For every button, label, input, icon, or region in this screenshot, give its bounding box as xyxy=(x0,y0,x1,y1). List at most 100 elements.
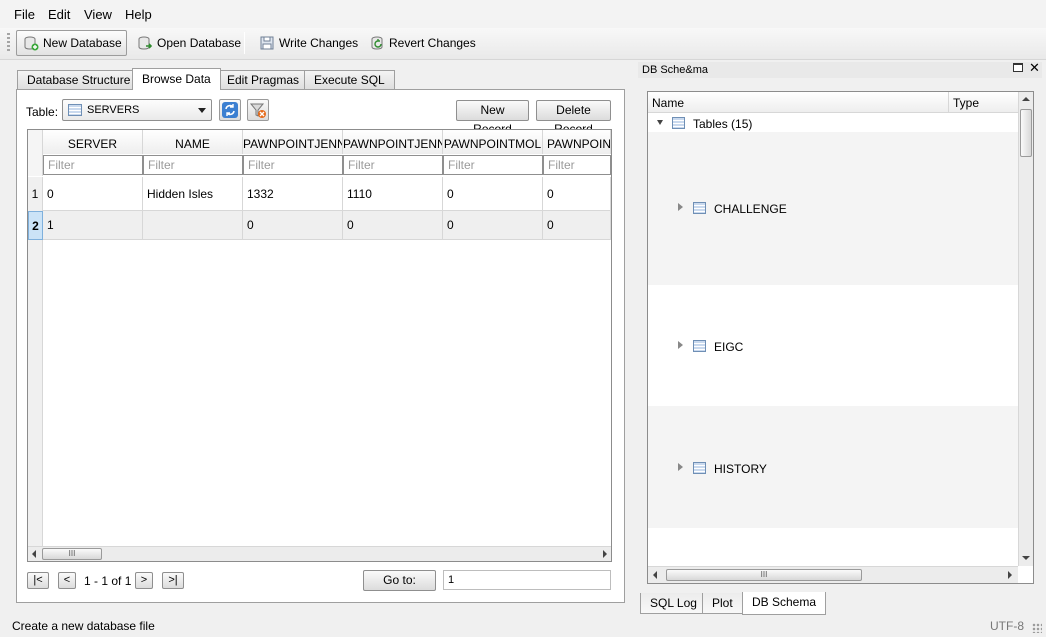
write-changes-icon xyxy=(259,35,275,51)
write-changes-label: Write Changes xyxy=(279,36,359,50)
revert-changes-button[interactable]: Revert Changes xyxy=(362,30,485,56)
collapsed-arrow-icon[interactable] xyxy=(678,341,683,349)
tree-item-label: HISTORY xyxy=(714,462,767,476)
clear-filters-button[interactable] xyxy=(247,99,269,121)
menu-edit[interactable]: Edit xyxy=(48,7,70,22)
table-icon xyxy=(693,462,706,474)
scroll-right-icon[interactable] xyxy=(603,550,607,558)
open-database-label: Open Database xyxy=(157,36,242,50)
tab-db-schema[interactable]: DB Schema xyxy=(742,592,827,615)
tree-item-eigc[interactable]: EIGC xyxy=(648,336,1018,356)
table-cell[interactable]: 0 xyxy=(543,211,611,240)
last-page-button[interactable]: >| xyxy=(162,572,184,589)
tree-item-history[interactable]: HISTORY xyxy=(648,458,1018,478)
tab-edit-pragmas[interactable]: Edit Pragmas xyxy=(217,70,310,89)
tree-item-challenge[interactable]: CHALLENGE xyxy=(648,198,1018,218)
table-icon xyxy=(693,202,706,214)
filter-input[interactable]: Filter xyxy=(443,155,543,175)
scroll-left-icon[interactable] xyxy=(653,571,657,579)
table-label: Table: xyxy=(26,105,59,119)
goto-button[interactable]: Go to: xyxy=(363,570,436,591)
filter-input[interactable]: Filter xyxy=(543,155,611,175)
filter-input[interactable]: Filter xyxy=(243,155,343,175)
resize-grip-icon[interactable] xyxy=(1032,623,1042,633)
table-cell[interactable]: 0 xyxy=(543,177,611,211)
table-cell[interactable] xyxy=(143,211,243,240)
close-icon[interactable]: ✕ xyxy=(1029,61,1040,74)
collapsed-arrow-icon[interactable] xyxy=(678,463,683,471)
table-cell[interactable]: 1332 xyxy=(243,177,343,211)
collapsed-arrow-icon[interactable] xyxy=(678,203,683,211)
schema-horizontal-scrollbar[interactable]: III xyxy=(648,566,1018,583)
table-cell[interactable]: 0 xyxy=(443,211,543,240)
filter-input[interactable]: Filter xyxy=(143,155,243,175)
row-header[interactable]: 1 xyxy=(28,177,43,211)
scroll-thumb[interactable]: III xyxy=(666,569,862,581)
column-header[interactable]: NAME xyxy=(143,130,243,154)
toolbar-grip[interactable] xyxy=(7,33,10,53)
menu-file[interactable]: File xyxy=(14,7,35,22)
menu-help[interactable]: Help xyxy=(125,7,152,22)
table-icon xyxy=(693,340,706,352)
table-select-value: SERVERS xyxy=(87,104,140,116)
grid-horizontal-scrollbar[interactable]: III xyxy=(28,546,611,561)
undock-icon[interactable] xyxy=(1013,63,1023,72)
tab-execute-sql[interactable]: Execute SQL xyxy=(304,70,395,89)
delete-record-button[interactable]: Delete Record xyxy=(536,100,611,136)
scroll-down-icon[interactable] xyxy=(1022,556,1030,560)
column-header[interactable]: PAWNPOINTJENN xyxy=(343,130,443,154)
corner-cell[interactable] xyxy=(28,130,43,176)
tree-item-label: CHALLENGE xyxy=(714,202,787,216)
row-header-gutter xyxy=(28,240,43,546)
first-page-button[interactable]: |< xyxy=(27,572,49,589)
row-header-selected[interactable]: 2 xyxy=(28,211,43,240)
table-cell[interactable]: Hidden Isles xyxy=(143,177,243,211)
column-header[interactable]: SERVER xyxy=(43,130,143,154)
table-cell[interactable]: 0 xyxy=(243,211,343,240)
menu-bar: File Edit View Help xyxy=(0,0,1046,28)
new-record-button[interactable]: New Record xyxy=(456,100,529,136)
schema-header: Name Type xyxy=(648,92,1018,113)
revert-changes-icon xyxy=(369,35,385,51)
scroll-right-icon[interactable] xyxy=(1008,571,1012,579)
goto-input[interactable]: 1 xyxy=(443,570,611,590)
schema-vertical-scrollbar[interactable] xyxy=(1018,92,1033,566)
tree-root-row[interactable]: Tables (15) xyxy=(648,113,1018,132)
table-cell[interactable]: 0 xyxy=(443,177,543,211)
scroll-up-icon[interactable] xyxy=(1022,97,1030,101)
open-database-button[interactable]: Open Database xyxy=(130,30,250,56)
vertical-scroll-thumb[interactable] xyxy=(1020,109,1032,157)
db-schema-dock-title: DB Sche&ma xyxy=(638,62,1042,78)
column-header-name[interactable]: Name xyxy=(652,96,684,110)
table-cell[interactable]: 1110 xyxy=(343,177,443,211)
refresh-button[interactable] xyxy=(219,99,241,121)
data-grid: SERVER NAME PAWNPOINTJENN PAWNPOINTJENN … xyxy=(27,129,612,562)
menu-view[interactable]: View xyxy=(84,7,112,22)
column-header[interactable]: PAWNPOINTMOL xyxy=(443,130,543,154)
next-page-button[interactable]: > xyxy=(135,572,153,589)
scroll-thumb[interactable]: III xyxy=(42,548,102,560)
tables-icon xyxy=(672,117,685,129)
tab-browse-data[interactable]: Browse Data xyxy=(132,68,221,90)
tab-database-structure[interactable]: Database Structure xyxy=(17,70,141,89)
column-header[interactable]: PAWNPOINTJENN xyxy=(243,130,343,154)
table-cell[interactable]: 0 xyxy=(343,211,443,240)
table-cell[interactable]: 1 xyxy=(43,211,143,240)
new-database-icon xyxy=(23,35,39,51)
write-changes-button[interactable]: Write Changes xyxy=(252,30,367,56)
new-database-button[interactable]: New Database xyxy=(16,30,127,56)
schema-tree: Name Type Tables (15) CHALLENGE EIGC HIS… xyxy=(647,91,1034,584)
prev-page-button[interactable]: < xyxy=(58,572,76,589)
tab-plot[interactable]: Plot xyxy=(702,593,743,614)
filter-input[interactable]: Filter xyxy=(343,155,443,175)
scroll-left-icon[interactable] xyxy=(32,550,36,558)
clear-filter-icon xyxy=(249,103,266,118)
column-header-type[interactable]: Type xyxy=(953,96,979,110)
tab-sql-log[interactable]: SQL Log xyxy=(640,593,707,614)
expanded-arrow-icon[interactable] xyxy=(657,120,663,125)
table-cell[interactable]: 0 xyxy=(43,177,143,211)
encoding-label: UTF-8 xyxy=(990,619,1024,633)
table-select[interactable]: SERVERS xyxy=(62,99,212,121)
column-header[interactable]: PAWNPOINT xyxy=(543,130,611,154)
filter-input[interactable]: Filter xyxy=(43,155,143,175)
